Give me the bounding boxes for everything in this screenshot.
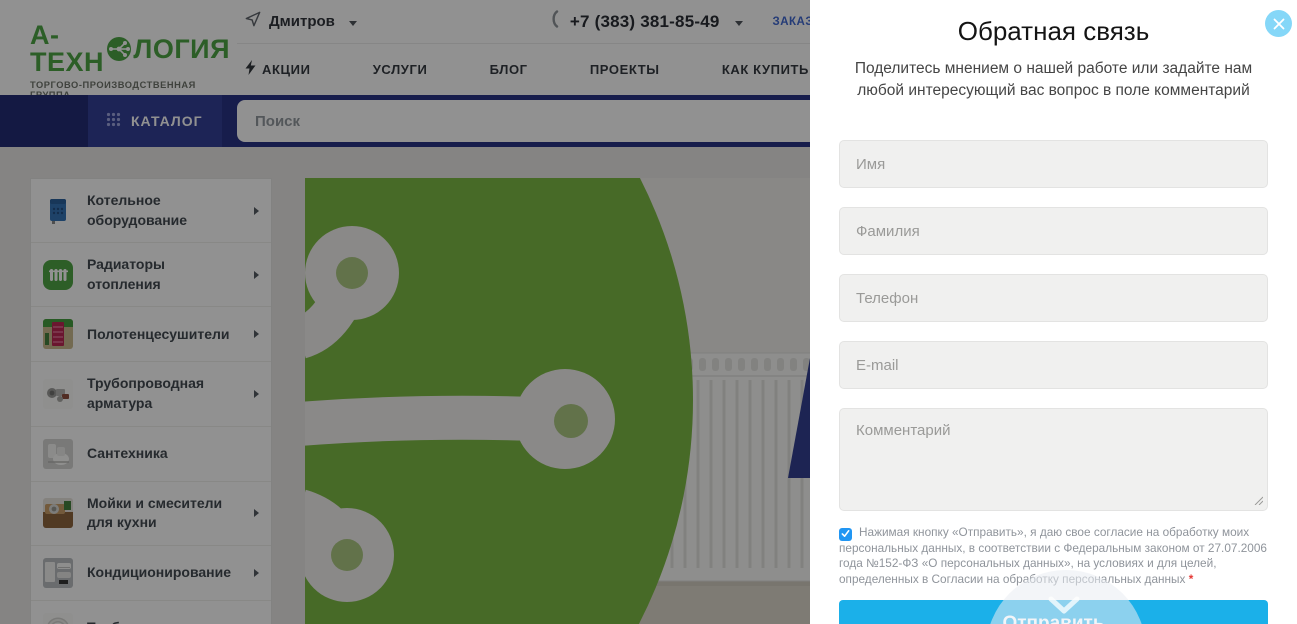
check-icon bbox=[841, 529, 850, 538]
consent-checkbox[interactable] bbox=[839, 528, 852, 541]
surname-field[interactable] bbox=[839, 207, 1268, 255]
modal-description: Поделитесь мнением о нашей работе или за… bbox=[854, 60, 1253, 99]
phone-field[interactable] bbox=[839, 274, 1268, 322]
page: А-ТЕХНЛОГИЯ ТОРГОВО-ПРОИЗВОДСТВЕННАЯ ГРУ… bbox=[0, 0, 1297, 624]
feedback-modal: Обратная связь Поделитесь мнением о наше… bbox=[810, 0, 1297, 624]
modal-title: Обратная связь bbox=[957, 16, 1150, 46]
comment-field-wrap bbox=[839, 408, 1268, 511]
consent-row: Нажимая кнопку «Отправить», я даю свое с… bbox=[839, 525, 1268, 587]
consent-text: Нажимая кнопку «Отправить», я даю свое с… bbox=[839, 525, 1267, 586]
name-field[interactable] bbox=[839, 140, 1268, 188]
email-field[interactable] bbox=[839, 341, 1268, 389]
close-button[interactable] bbox=[1265, 10, 1292, 37]
close-icon bbox=[1273, 18, 1284, 29]
submit-button[interactable]: Отправить bbox=[839, 599, 1268, 624]
comment-field[interactable] bbox=[839, 408, 1268, 511]
required-asterisk: * bbox=[1188, 571, 1194, 586]
